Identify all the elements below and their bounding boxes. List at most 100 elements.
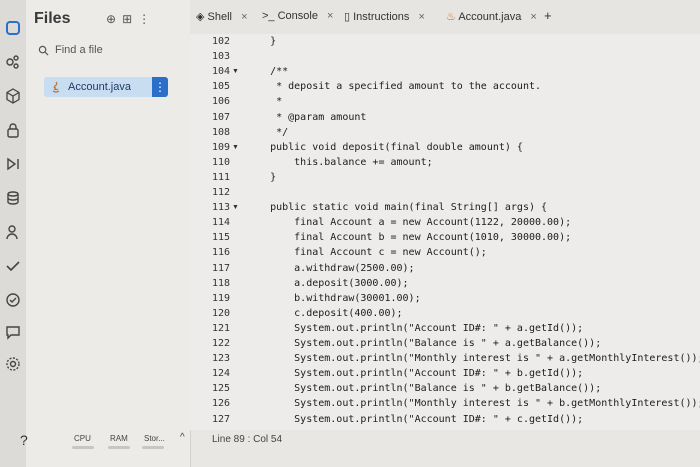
- code-editor[interactable]: 102 } 103 104 ▼ /** 105 * deposit a specifie…: [190, 34, 700, 430]
- code-text: System.out.println("Balance is " + a.get…: [246, 338, 602, 349]
- line-number: 111: [211, 171, 230, 183]
- file-more-button[interactable]: ⋮: [152, 77, 168, 97]
- debugger-icon[interactable]: [5, 156, 21, 172]
- line-number: 116: [211, 247, 230, 259]
- line-number: 102: [211, 36, 230, 47]
- activity-rail: [0, 0, 27, 467]
- line-number: 105: [211, 81, 230, 93]
- line-number: 121: [211, 322, 230, 334]
- code-text: public void deposit(final double amount)…: [246, 141, 523, 153]
- chat-icon[interactable]: [5, 324, 21, 340]
- tab-close-icon[interactable]: ×: [327, 10, 333, 22]
- code-line[interactable]: 125 System.out.println("Balance is " + b…: [190, 383, 700, 399]
- storage-meter: [142, 446, 164, 449]
- replit-logo-icon[interactable]: [5, 20, 21, 36]
- tab-console[interactable]: >_ Console ×: [262, 10, 333, 22]
- collapse-icon[interactable]: ^: [180, 432, 185, 443]
- find-file-placeholder: Find a file: [55, 44, 103, 56]
- line-number: 118: [211, 277, 230, 289]
- code-text: /**: [246, 66, 289, 78]
- fold-toggle-icon[interactable]: ▼: [232, 68, 239, 75]
- storage-label: Stor...: [144, 434, 165, 443]
- code-line[interactable]: 104 ▼ /**: [190, 66, 700, 82]
- tab-account-java[interactable]: ♨ Account.java ×: [446, 10, 537, 23]
- code-line[interactable]: 119 b.withdraw(30001.00);: [190, 293, 700, 309]
- code-line[interactable]: 103: [190, 51, 700, 67]
- code-text: b.withdraw(30001.00);: [246, 292, 421, 304]
- java-file-icon: [52, 81, 60, 93]
- line-number: 115: [211, 232, 230, 244]
- fold-toggle-icon[interactable]: ▼: [232, 144, 239, 151]
- code-line[interactable]: 120 c.deposit(400.00);: [190, 308, 700, 324]
- code-line[interactable]: 114 final Account a = new Account(1122, …: [190, 217, 700, 233]
- code-line[interactable]: 111 }: [190, 172, 700, 188]
- code-line[interactable]: 121 System.out.println("Account ID#: " +…: [190, 323, 700, 339]
- code-line[interactable]: 113 ▼ public static void main(final Strin…: [190, 202, 700, 218]
- find-file-search[interactable]: Find a file: [38, 44, 103, 56]
- code-line[interactable]: 109 ▼ public void deposit(final double am…: [190, 142, 700, 158]
- line-number: 109: [211, 141, 230, 153]
- editor-status-bar: Line 89 : Col 54: [190, 430, 700, 450]
- editor-tabbar: ◈ Shell × >_ Console × ▯ Instructions × …: [190, 0, 700, 35]
- code-line[interactable]: 123 System.out.println("Monthly interest…: [190, 353, 700, 369]
- settings-icon[interactable]: [5, 356, 21, 372]
- code-text: public static void main(final String[] a…: [246, 202, 548, 214]
- search-icon: [38, 45, 49, 56]
- tab-label: Shell: [207, 11, 232, 23]
- files-toolbar: ⊕ ⊞ ⋮: [106, 12, 150, 26]
- code-line[interactable]: 127 System.out.println("Account ID#: " +…: [190, 414, 700, 430]
- packages-icon[interactable]: [5, 54, 21, 70]
- code-text: }: [246, 171, 277, 183]
- new-file-icon[interactable]: ⊕: [106, 12, 116, 26]
- line-number: 127: [211, 413, 230, 425]
- code-line[interactable]: 124 System.out.println("Account ID#: " +…: [190, 368, 700, 384]
- code-line[interactable]: 126 System.out.println("Monthly interest…: [190, 398, 700, 414]
- user-icon[interactable]: [5, 224, 21, 240]
- line-number: 113: [211, 202, 230, 214]
- code-line[interactable]: 102 }: [190, 36, 700, 52]
- tab-label: Account.java: [458, 11, 522, 23]
- file-item-account-java[interactable]: Account.java ⋮: [44, 77, 168, 97]
- line-number: 110: [211, 156, 230, 168]
- tab-instructions[interactable]: ▯ Instructions ×: [344, 10, 425, 23]
- code-line[interactable]: 117 a.withdraw(2500.00);: [190, 263, 700, 279]
- database-icon[interactable]: [5, 190, 21, 206]
- tab-close-icon[interactable]: ×: [418, 11, 424, 23]
- code-text: final Account c = new Account();: [246, 247, 487, 259]
- code-line[interactable]: 105 * deposit a specified amount to the …: [190, 81, 700, 97]
- cpu-label: CPU: [74, 434, 91, 443]
- code-line[interactable]: 116 final Account c = new Account();: [190, 247, 700, 263]
- lock-icon[interactable]: [5, 122, 21, 138]
- code-text: System.out.println("Monthly interest is …: [246, 353, 700, 365]
- tab-close-icon[interactable]: ×: [241, 11, 247, 23]
- tab-shell[interactable]: ◈ Shell ×: [196, 10, 248, 23]
- check-icon[interactable]: [5, 258, 21, 274]
- code-text: System.out.println("Account ID#: " + b.g…: [246, 368, 584, 380]
- code-text: *: [246, 96, 283, 108]
- code-line[interactable]: 115 final Account b = new Account(1010, …: [190, 232, 700, 248]
- line-number: 124: [211, 368, 230, 380]
- code-line[interactable]: 118 a.deposit(3000.00);: [190, 278, 700, 294]
- new-folder-icon[interactable]: ⊞: [122, 12, 132, 26]
- more-options-icon[interactable]: ⋮: [138, 12, 150, 26]
- code-line[interactable]: 112: [190, 187, 700, 203]
- code-line[interactable]: 106 *: [190, 96, 700, 112]
- new-tab-button[interactable]: +: [544, 8, 552, 23]
- code-line[interactable]: 107 * @param amount: [190, 112, 700, 128]
- tab-close-icon[interactable]: ×: [530, 11, 536, 23]
- line-number: 119: [211, 292, 230, 304]
- code-line[interactable]: 108 */: [190, 127, 700, 143]
- code-line[interactable]: 110 this.balance += amount;: [190, 157, 700, 173]
- code-text: System.out.println("Account ID#: " + c.g…: [246, 413, 584, 425]
- code-text: System.out.println("Account ID#: " + a.g…: [246, 322, 584, 334]
- cube-icon[interactable]: [5, 88, 21, 104]
- shield-icon[interactable]: [5, 292, 21, 308]
- cursor-position: Line 89 : Col 54: [212, 434, 283, 445]
- java-file-icon: ♨: [446, 11, 456, 23]
- console-icon: >_: [262, 10, 275, 22]
- code-line[interactable]: 122 System.out.println("Balance is " + a…: [190, 338, 700, 354]
- tab-label: Console: [277, 10, 318, 22]
- fold-toggle-icon[interactable]: ▼: [232, 204, 239, 211]
- line-number: 112: [211, 187, 230, 198]
- book-icon: ▯: [344, 11, 351, 23]
